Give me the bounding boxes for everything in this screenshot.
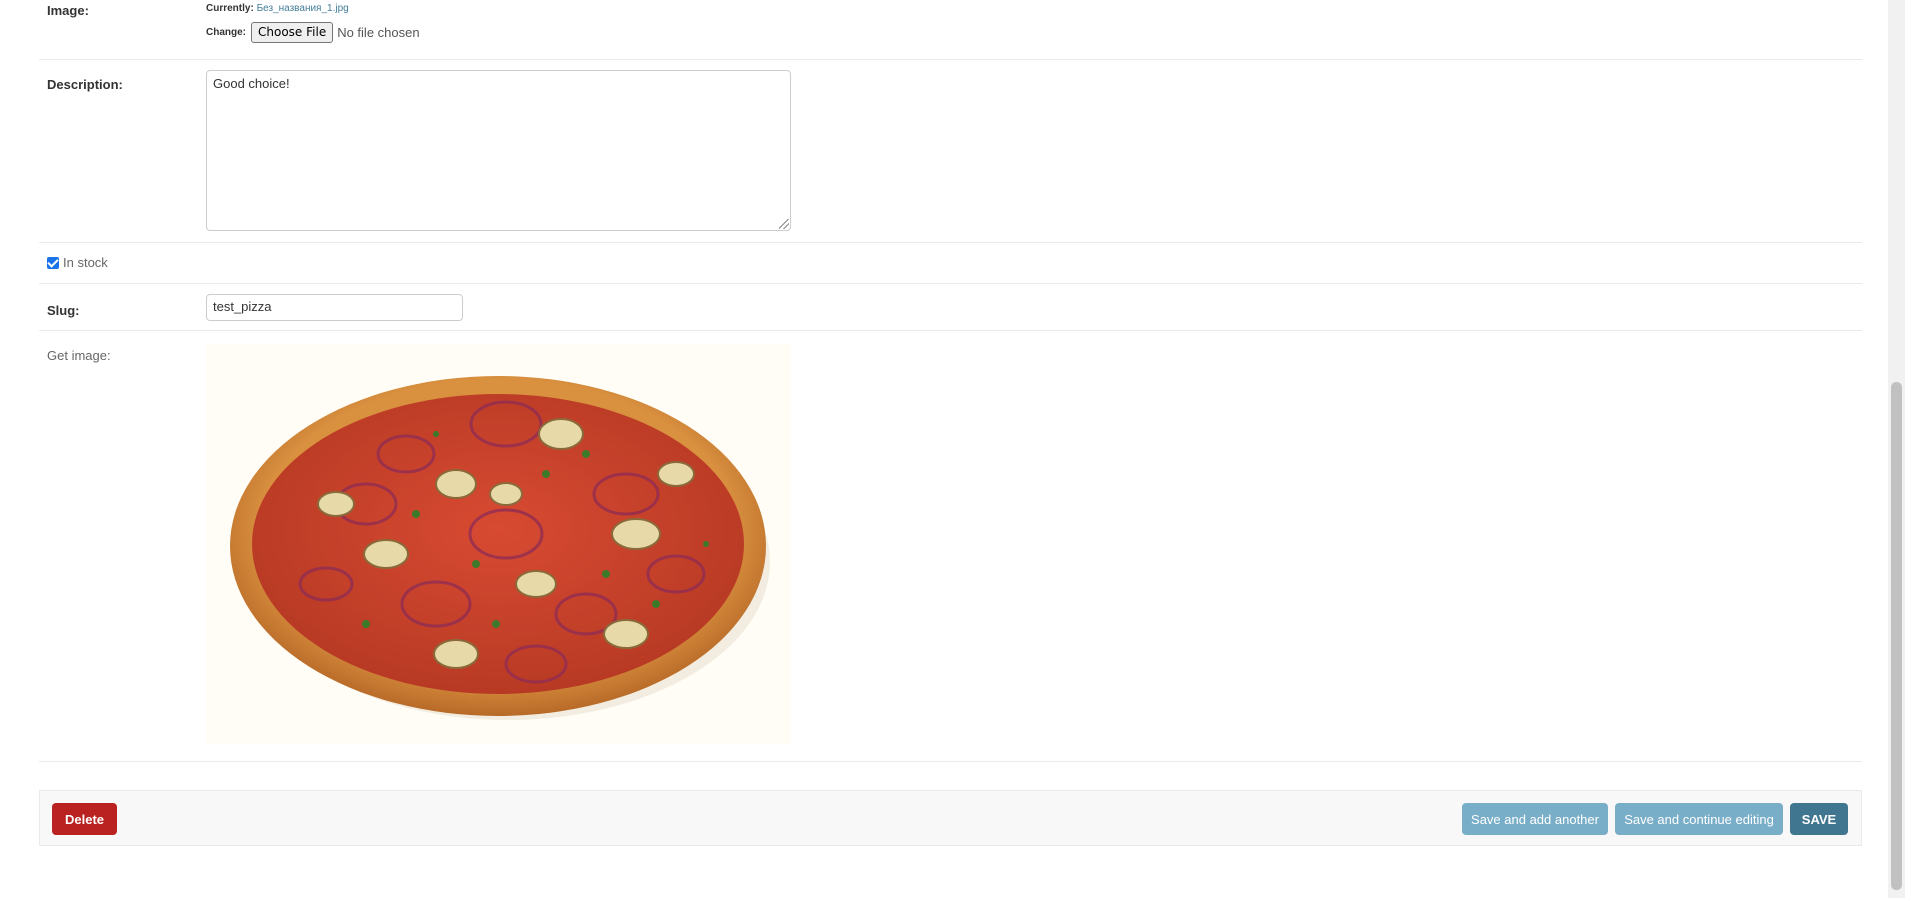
field-row-get-image: Get image: — [39, 331, 1862, 762]
in-stock-field: In stock — [47, 255, 108, 270]
pizza-image — [230, 376, 770, 720]
description-label: Description: — [47, 77, 123, 92]
save-and-add-another-button[interactable]: Save and add another — [1462, 803, 1608, 835]
slug-input[interactable]: test_pizza — [206, 294, 463, 321]
currently-label: Currently: — [206, 3, 254, 14]
get-image-label: Get image: — [47, 348, 111, 363]
scrollbar[interactable] — [1888, 0, 1905, 898]
image-label: Image: — [47, 3, 89, 18]
description-value: Good choice! — [213, 76, 290, 91]
no-file-text: No file chosen — [337, 25, 420, 40]
in-stock-label[interactable]: In stock — [63, 255, 108, 270]
change-form: Image: Currently: Без_названия_1.jpg Cha… — [39, 0, 1862, 762]
change-label: Change: — [206, 27, 246, 38]
save-and-continue-button[interactable]: Save and continue editing — [1615, 803, 1783, 835]
field-row-slug: Slug: test_pizza — [39, 284, 1862, 331]
submit-row: Delete Save and add another Save and con… — [39, 790, 1862, 846]
field-row-in-stock: In stock — [39, 243, 1862, 284]
field-row-image: Image: Currently: Без_названия_1.jpg Cha… — [39, 0, 1862, 60]
slug-label: Slug: — [47, 303, 80, 318]
current-file-line: Currently: Без_названия_1.jpg — [206, 3, 349, 14]
in-stock-checkbox[interactable] — [47, 256, 59, 269]
delete-button[interactable]: Delete — [52, 803, 117, 835]
field-row-description: Description: Good choice! — [39, 60, 1862, 243]
description-textarea[interactable]: Good choice! — [206, 70, 791, 231]
current-file-link[interactable]: Без_названия_1.jpg — [257, 3, 349, 14]
scrollbar-thumb[interactable] — [1891, 382, 1902, 890]
choose-file-button[interactable]: Choose File — [251, 22, 334, 43]
resize-handle-icon[interactable] — [779, 219, 789, 229]
save-button[interactable]: SAVE — [1790, 803, 1848, 835]
change-file-line: Change: Choose File No file chosen — [206, 22, 420, 43]
product-image — [206, 344, 791, 744]
